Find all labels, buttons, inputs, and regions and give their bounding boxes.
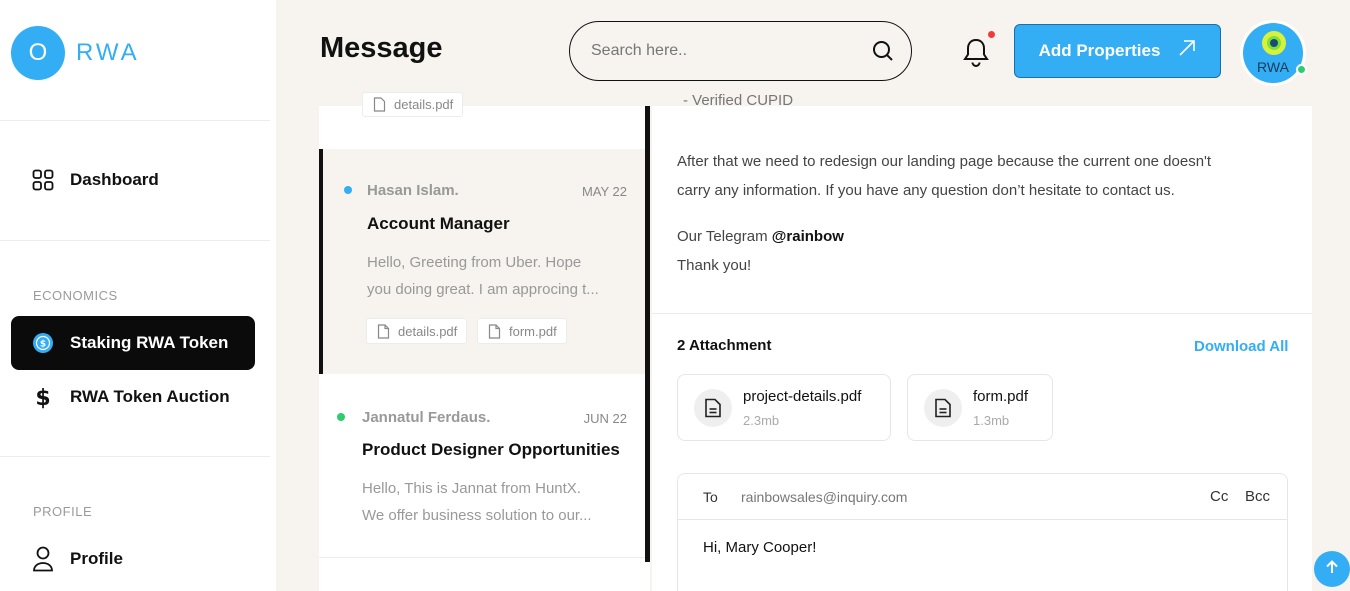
snippet-line: We offer business solution to our... [362, 507, 592, 524]
telegram-line: Our Telegram @rainbow [677, 222, 844, 251]
attachment-name: form.pdf [973, 388, 1029, 405]
sidebar-item-label: Staking RWA Token [70, 333, 229, 352]
list-item[interactable]: Jannatul Ferdaus. JUN 22 Product Designe… [319, 374, 645, 558]
section-label-profile: PROFILE [33, 504, 93, 519]
thanks-line: Thank you! [677, 257, 752, 274]
message-paragraph: After that we need to redesign our landi… [677, 147, 1211, 205]
sidebar-divider [0, 456, 270, 457]
message-snippet: Hello, Greeting from Uber. Hope you doin… [367, 249, 629, 303]
grid-icon [31, 168, 55, 192]
avatar-image: RWA [1243, 23, 1303, 83]
detail-divider [652, 313, 1312, 314]
add-properties-button[interactable]: Add Properties [1014, 24, 1221, 78]
unread-dot [344, 186, 352, 194]
message-signoff: Our Telegram @rainbow Thank you! [677, 222, 844, 280]
download-all-link[interactable]: Download All [1194, 338, 1288, 355]
search-box [569, 21, 912, 81]
attachment-chip[interactable]: details.pdf [362, 92, 464, 117]
search-input[interactable] [591, 22, 861, 79]
attachment-chip[interactable]: details.pdf [366, 318, 468, 344]
document-icon [924, 389, 962, 427]
sidebar-item-auction[interactable]: $ RWA Token Auction [11, 370, 255, 424]
online-status-dot [1296, 64, 1307, 75]
recipient-row: To rainbowsales@inquiry.com Cc Bcc [678, 474, 1287, 520]
attachment-chip[interactable]: form.pdf [477, 318, 567, 344]
unread-dot [337, 413, 345, 421]
brand-name: RWA [76, 39, 140, 66]
message-date: JUN 22 [583, 411, 627, 426]
logo-icon: O [11, 26, 65, 80]
message-snippet: Hello, This is Jannat from HuntX. We off… [362, 475, 624, 529]
to-address-field[interactable]: rainbowsales@inquiry.com [741, 489, 907, 505]
brand-logo[interactable]: O RWA [11, 26, 140, 80]
svg-text:$: $ [40, 340, 46, 350]
message-subject: Account Manager [367, 214, 510, 233]
attachment-name: project-details.pdf [743, 388, 862, 405]
bcc-button[interactable]: Bcc [1245, 488, 1270, 505]
sidebar: O RWA Dashboard ECONOMICS $ Staking RWA … [0, 0, 276, 591]
cc-button[interactable]: Cc [1210, 488, 1228, 505]
file-icon [377, 323, 390, 339]
avatar[interactable]: RWA [1240, 20, 1306, 86]
user-icon [31, 546, 55, 572]
to-label: To [703, 489, 718, 505]
telegram-prefix: Our Telegram [677, 228, 768, 245]
attachment-card[interactable]: form.pdf 1.3mb [907, 374, 1053, 441]
avatar-text: RWA [1257, 59, 1289, 75]
attachment-size: 2.3mb [743, 413, 780, 428]
sidebar-divider [0, 120, 270, 121]
chip-label: form.pdf [509, 323, 557, 339]
telegram-handle[interactable]: @rainbow [772, 228, 844, 245]
section-label-economics: ECONOMICS [33, 288, 118, 303]
arrow-up-right-icon [1178, 39, 1196, 63]
paragraph-line: carry any information. If you have any q… [677, 182, 1175, 199]
page-title: Message [320, 32, 443, 64]
sidebar-item-label: Dashboard [70, 170, 159, 189]
search-icon[interactable] [871, 39, 895, 63]
message-text-cut: - Verified CUPID [683, 92, 794, 109]
message-date: MAY 22 [581, 184, 627, 199]
sender-name: Hasan Islam. [367, 182, 459, 199]
file-icon [488, 323, 501, 339]
svg-text:$: $ [35, 386, 50, 409]
coin-icon: $ [31, 331, 55, 355]
scroll-to-top-button[interactable] [1314, 551, 1350, 587]
attachment-title: 2 Attachment [677, 337, 772, 354]
sidebar-item-label: Profile [70, 549, 123, 568]
arrow-up-icon [1324, 559, 1340, 580]
bell-icon[interactable] [962, 36, 990, 68]
reply-composer: To rainbowsales@inquiry.com Cc Bcc Hi, M… [677, 473, 1288, 591]
snippet-line: Hello, Greeting from Uber. Hope [367, 254, 582, 271]
list-divider [645, 106, 650, 562]
sidebar-divider [0, 240, 270, 241]
document-icon [694, 389, 732, 427]
sidebar-item-label: RWA Token Auction [70, 387, 230, 406]
sidebar-item-profile[interactable]: Profile [11, 532, 255, 586]
sidebar-item-staking[interactable]: $ Staking RWA Token [11, 316, 255, 370]
avatar-ring-icon [1262, 31, 1286, 55]
sidebar-item-dashboard[interactable]: Dashboard [11, 153, 255, 207]
snippet-line: you doing great. I am approcing t... [367, 281, 599, 298]
notification-dot [988, 31, 995, 38]
reply-body-field[interactable]: Hi, Mary Cooper! [703, 539, 816, 556]
attachment-card[interactable]: project-details.pdf 2.3mb [677, 374, 891, 441]
page-margin [1312, 0, 1350, 591]
chip-label: details.pdf [398, 323, 458, 339]
file-icon [373, 97, 386, 112]
attachment-size: 1.3mb [973, 413, 1010, 428]
sender-name: Jannatul Ferdaus. [362, 409, 491, 426]
paragraph-line: After that we need to redesign our landi… [677, 153, 1212, 170]
chip-label: details.pdf [394, 97, 454, 112]
snippet-line: Hello, This is Jannat from HuntX. [362, 480, 581, 497]
message-subject: Product Designer Opportunities [362, 440, 620, 459]
add-properties-label: Add Properties [1038, 41, 1161, 60]
dollar-icon: $ [31, 385, 55, 409]
